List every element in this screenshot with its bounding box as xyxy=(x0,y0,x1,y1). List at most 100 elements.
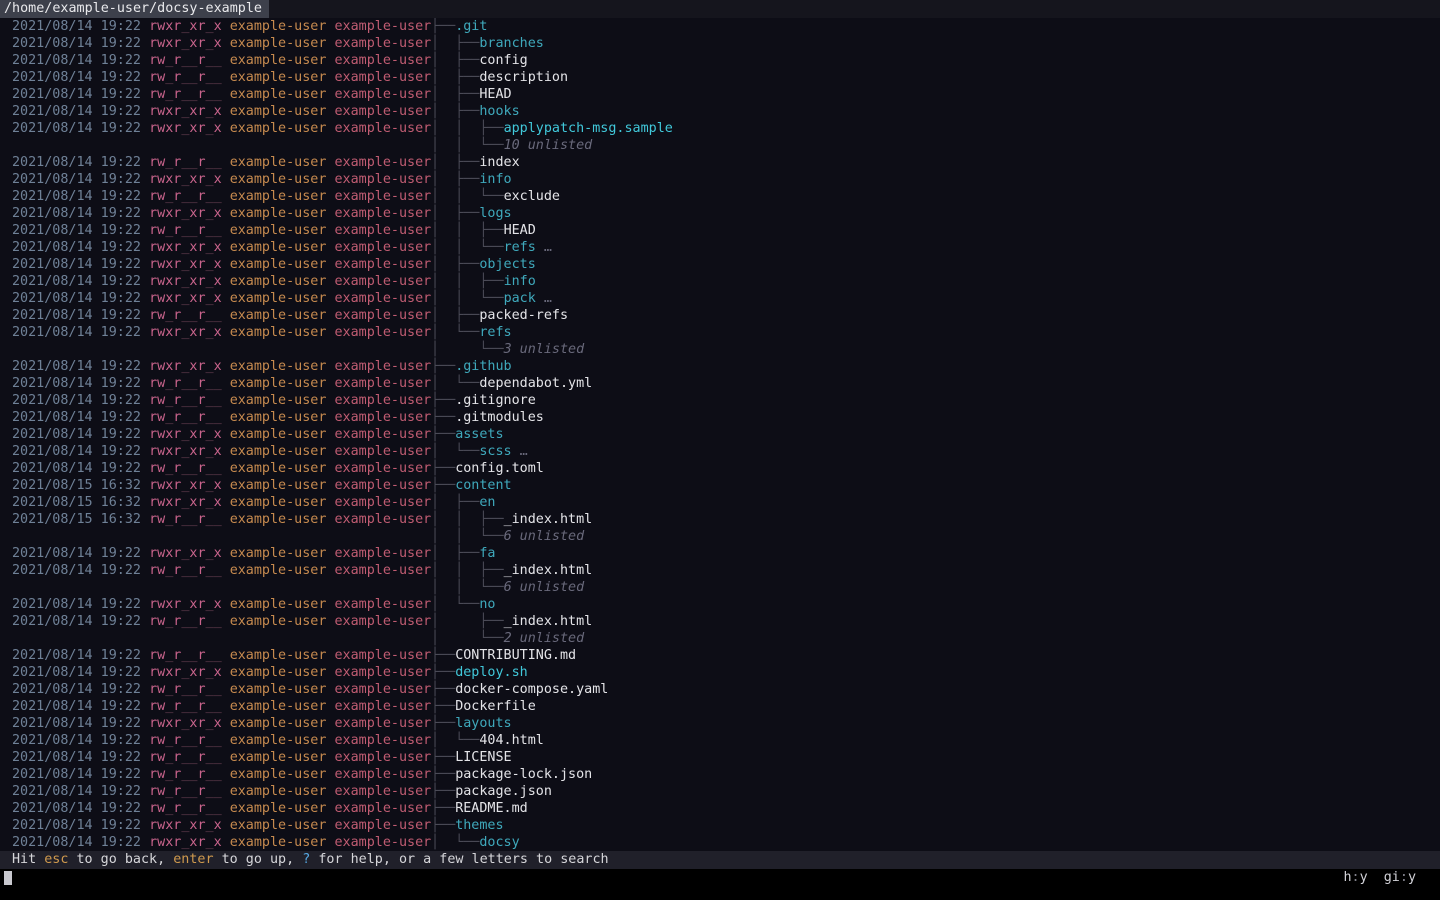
tree-entry-name[interactable]: deploy.sh xyxy=(455,665,528,680)
tree-entry-name[interactable]: scss xyxy=(479,444,511,459)
tree-row[interactable]: 2021/08/14 19:22 rw_r__r__ example-user … xyxy=(0,460,1440,477)
tree-row[interactable]: 2021/08/14 19:22 rwxr_xr_x example-user … xyxy=(0,664,1440,681)
tree-row[interactable]: │ │ └──6 unlisted xyxy=(0,579,1440,596)
tree-entry-name[interactable]: index xyxy=(479,155,519,170)
tree-entry-name[interactable]: info xyxy=(504,274,536,289)
tree-row[interactable]: 2021/08/14 19:22 rwxr_xr_x example-user … xyxy=(0,443,1440,460)
tree-entry-name[interactable]: .gitmodules xyxy=(455,410,544,425)
tree-row[interactable]: 2021/08/14 19:22 rwxr_xr_x example-user … xyxy=(0,256,1440,273)
tree-row[interactable]: 2021/08/14 19:22 rwxr_xr_x example-user … xyxy=(0,715,1440,732)
tree-entry-name[interactable]: assets xyxy=(455,427,503,442)
tree-row[interactable]: │ └──2 unlisted xyxy=(0,630,1440,647)
tree-entry-name[interactable]: logs xyxy=(479,206,511,221)
tree-entry-name[interactable]: description xyxy=(479,70,568,85)
tree-row[interactable]: 2021/08/14 19:22 rwxr_xr_x example-user … xyxy=(0,103,1440,120)
tree-row[interactable]: 2021/08/14 19:22 rw_r__r__ example-user … xyxy=(0,698,1440,715)
tree-entry-name[interactable]: .git xyxy=(455,19,487,34)
tree-entry-name[interactable]: .gitignore xyxy=(455,393,536,408)
tree-entry-name[interactable]: pack xyxy=(504,291,536,306)
file-date: 2021/08/14 19:22 xyxy=(12,274,141,289)
tree-row[interactable]: 2021/08/15 16:32 rw_r__r__ example-user … xyxy=(0,511,1440,528)
tree-entry-name[interactable]: LICENSE xyxy=(455,750,511,765)
tree-branch-lines: │ ├── xyxy=(431,614,504,629)
tree-entry-name[interactable]: README.md xyxy=(455,801,528,816)
tree-row[interactable]: 2021/08/14 19:22 rw_r__r__ example-user … xyxy=(0,613,1440,630)
tree-entry-name[interactable]: Dockerfile xyxy=(455,699,536,714)
tree-row[interactable]: 2021/08/14 19:22 rwxr_xr_x example-user … xyxy=(0,817,1440,834)
tree-row[interactable]: 2021/08/14 19:22 rw_r__r__ example-user … xyxy=(0,562,1440,579)
search-input[interactable]: h:y gi:y xyxy=(0,869,1440,900)
tree-entry-name[interactable]: 404.html xyxy=(479,733,544,748)
tree-row[interactable]: 2021/08/14 19:22 rw_r__r__ example-user … xyxy=(0,800,1440,817)
tree-row[interactable]: 2021/08/14 19:22 rw_r__r__ example-user … xyxy=(0,375,1440,392)
tree-entry-name[interactable]: .github xyxy=(455,359,511,374)
tree-row[interactable]: │ │ └──6 unlisted xyxy=(0,528,1440,545)
tree-entry-name[interactable]: docsy xyxy=(479,835,519,850)
tree-entry-name[interactable]: dependabot.yml xyxy=(479,376,592,391)
tree-row[interactable]: 2021/08/14 19:22 rwxr_xr_x example-user … xyxy=(0,205,1440,222)
tree-row[interactable]: 2021/08/14 19:22 rwxr_xr_x example-user … xyxy=(0,358,1440,375)
tree-row[interactable]: 2021/08/14 19:22 rwxr_xr_x example-user … xyxy=(0,171,1440,188)
tree-branch-lines: │ │ └── xyxy=(431,189,504,204)
tree-row[interactable]: 2021/08/14 19:22 rwxr_xr_x example-user … xyxy=(0,273,1440,290)
tree-entry-name[interactable]: packed-refs xyxy=(479,308,568,323)
tree-entry-name[interactable]: applypatch-msg.sample xyxy=(504,121,673,136)
tree-entry-name[interactable]: package.json xyxy=(455,784,552,799)
tree-row[interactable]: 2021/08/15 16:32 rwxr_xr_x example-user … xyxy=(0,477,1440,494)
tree-row[interactable]: 2021/08/14 19:22 rwxr_xr_x example-user … xyxy=(0,120,1440,137)
tree-row[interactable]: 2021/08/14 19:22 rw_r__r__ example-user … xyxy=(0,409,1440,426)
tree-row[interactable]: 2021/08/14 19:22 rw_r__r__ example-user … xyxy=(0,86,1440,103)
tree-row[interactable]: 2021/08/14 19:22 rwxr_xr_x example-user … xyxy=(0,290,1440,307)
tree-row[interactable]: 2021/08/14 19:22 rwxr_xr_x example-user … xyxy=(0,545,1440,562)
tree-row[interactable]: 2021/08/14 19:22 rwxr_xr_x example-user … xyxy=(0,35,1440,52)
tree-row[interactable]: 2021/08/14 19:22 rwxr_xr_x example-user … xyxy=(0,239,1440,256)
tree-row[interactable]: 2021/08/14 19:22 rw_r__r__ example-user … xyxy=(0,188,1440,205)
tree-row[interactable]: 2021/08/14 19:22 rw_r__r__ example-user … xyxy=(0,52,1440,69)
tree-row[interactable]: 2021/08/14 19:22 rw_r__r__ example-user … xyxy=(0,681,1440,698)
tree-row[interactable]: 2021/08/14 19:22 rwxr_xr_x example-user … xyxy=(0,834,1440,851)
tree-entry-name[interactable]: fa xyxy=(479,546,495,561)
tree-entry-name[interactable]: no xyxy=(479,597,495,612)
tree-entry-name[interactable]: config.toml xyxy=(455,461,544,476)
tree-entry-name[interactable]: config xyxy=(479,53,527,68)
tree-row[interactable]: 2021/08/14 19:22 rw_r__r__ example-user … xyxy=(0,392,1440,409)
tree-entry-name[interactable]: content xyxy=(455,478,511,493)
tree-row[interactable]: 2021/08/15 16:32 rwxr_xr_x example-user … xyxy=(0,494,1440,511)
tree-row[interactable]: 2021/08/14 19:22 rw_r__r__ example-user … xyxy=(0,222,1440,239)
tree-row[interactable]: 2021/08/14 19:22 rw_r__r__ example-user … xyxy=(0,307,1440,324)
tree-entry-name[interactable]: themes xyxy=(455,818,503,833)
tree-entry-name[interactable]: HEAD xyxy=(504,223,536,238)
tree-entry-name[interactable]: _index.html xyxy=(504,614,593,629)
tree-entry-name[interactable]: info xyxy=(479,172,511,187)
tree-entry-name[interactable]: en xyxy=(479,495,495,510)
tree-row[interactable]: 2021/08/14 19:22 rw_r__r__ example-user … xyxy=(0,749,1440,766)
file-group: example-user xyxy=(335,716,432,731)
tree-entry-name[interactable]: CONTRIBUTING.md xyxy=(455,648,576,663)
text-cursor[interactable] xyxy=(4,871,12,885)
tree-row[interactable]: 2021/08/14 19:22 rw_r__r__ example-user … xyxy=(0,766,1440,783)
tree-row[interactable]: 2021/08/14 19:22 rwxr_xr_x example-user … xyxy=(0,324,1440,341)
tree-entry-name[interactable]: objects xyxy=(479,257,535,272)
tree-row[interactable]: 2021/08/14 19:22 rw_r__r__ example-user … xyxy=(0,732,1440,749)
tree-row[interactable]: 2021/08/14 19:22 rw_r__r__ example-user … xyxy=(0,647,1440,664)
tree-row[interactable]: 2021/08/14 19:22 rwxr_xr_x example-user … xyxy=(0,426,1440,443)
tree-entry-name[interactable]: docker-compose.yaml xyxy=(455,682,608,697)
tree-row[interactable]: 2021/08/14 19:22 rwxr_xr_x example-user … xyxy=(0,18,1440,35)
tree-entry-name[interactable]: hooks xyxy=(479,104,519,119)
tree-entry-name[interactable]: refs xyxy=(479,325,511,340)
tree-entry-name[interactable]: refs xyxy=(504,240,536,255)
tree-row[interactable]: 2021/08/14 19:22 rw_r__r__ example-user … xyxy=(0,783,1440,800)
tree-entry-name[interactable]: branches xyxy=(479,36,544,51)
tree-row[interactable]: │ └──3 unlisted xyxy=(0,341,1440,358)
tree-row[interactable]: 2021/08/14 19:22 rw_r__r__ example-user … xyxy=(0,154,1440,171)
tree-entry-name[interactable]: layouts xyxy=(455,716,511,731)
tree-entry-name[interactable]: exclude xyxy=(504,189,560,204)
tree-entry-name[interactable]: HEAD xyxy=(479,87,511,102)
file-permissions: rw_r__r__ xyxy=(149,801,222,816)
tree-entry-name[interactable]: _index.html xyxy=(504,512,593,527)
tree-row[interactable]: 2021/08/14 19:22 rwxr_xr_x example-user … xyxy=(0,596,1440,613)
tree-entry-name[interactable]: package-lock.json xyxy=(455,767,592,782)
tree-row[interactable]: 2021/08/14 19:22 rw_r__r__ example-user … xyxy=(0,69,1440,86)
tree-row[interactable]: │ │ └──10 unlisted xyxy=(0,137,1440,154)
tree-entry-name[interactable]: _index.html xyxy=(504,563,593,578)
